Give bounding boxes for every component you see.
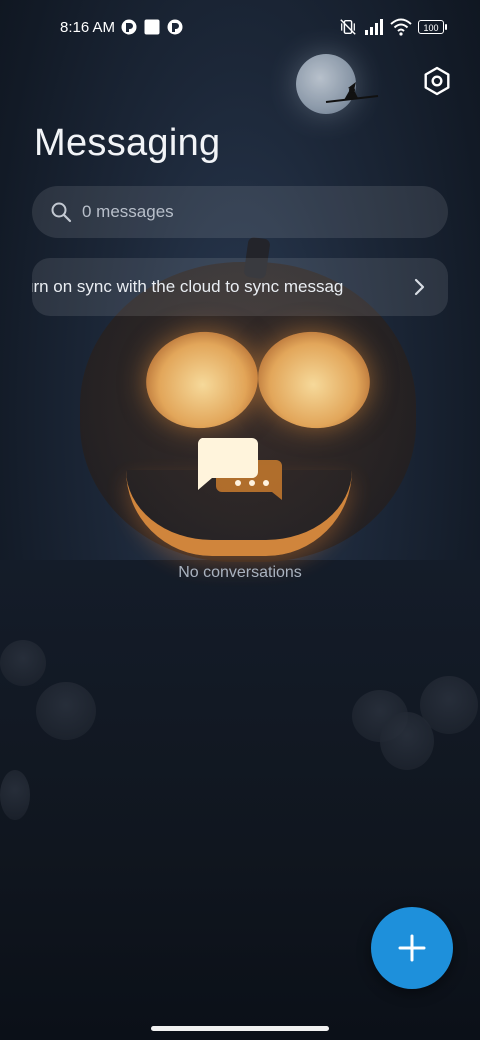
skull-decoration (36, 682, 96, 740)
plus-icon (398, 934, 426, 962)
search-bar[interactable] (32, 186, 448, 238)
chevron-right-icon (414, 278, 425, 296)
search-icon (51, 202, 72, 223)
vibrate-off-icon (340, 19, 356, 35)
cloud-sync-text: urn on sync with the cloud to sync messa… (32, 277, 344, 296)
search-input[interactable] (82, 186, 422, 238)
skull-decoration (0, 640, 46, 686)
notification-square-icon (144, 19, 160, 35)
status-bar: 8:16 AM 100 (0, 0, 480, 56)
skull-decoration (380, 712, 434, 770)
wifi-icon (390, 18, 412, 36)
cloud-sync-banner[interactable]: urn on sync with the cloud to sync messa… (32, 258, 448, 316)
cloud-sync-text-container: urn on sync with the cloud to sync messa… (32, 277, 392, 297)
settings-hexagon-icon[interactable] (420, 64, 454, 98)
battery-tip (445, 24, 447, 30)
cell-signal-icon (365, 19, 383, 35)
skull-decoration (0, 770, 30, 820)
page-title: Messaging (34, 122, 221, 164)
home-indicator[interactable] (151, 1026, 329, 1031)
status-time: 8:16 AM (60, 19, 116, 36)
notification-app-icon (167, 19, 183, 35)
new-conversation-button[interactable] (371, 907, 453, 989)
witch-silhouette (325, 82, 379, 103)
notification-app-icon (121, 19, 137, 35)
empty-state-text: No conversations (178, 564, 302, 581)
conversation-bubbles-icon (197, 438, 282, 500)
battery-icon: 100 (418, 20, 444, 34)
